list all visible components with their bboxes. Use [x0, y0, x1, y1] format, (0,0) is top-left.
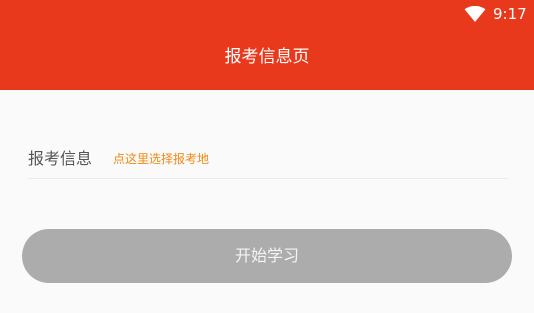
page-title: 报考信息页 — [224, 47, 310, 67]
exam-info-label: 报考信息 — [28, 149, 93, 168]
status-bar: 9:17 — [0, 0, 534, 28]
exam-location-selector[interactable]: 点这里选择报考地 — [113, 151, 209, 167]
exam-info-row: 报考信息 点这里选择报考地 — [28, 140, 508, 179]
status-time: 9:17 — [493, 5, 527, 23]
start-learning-button[interactable]: 开始学习 — [22, 229, 512, 283]
app-header: 9:17 报考信息页 — [0, 0, 534, 90]
wifi-icon — [464, 5, 486, 22]
